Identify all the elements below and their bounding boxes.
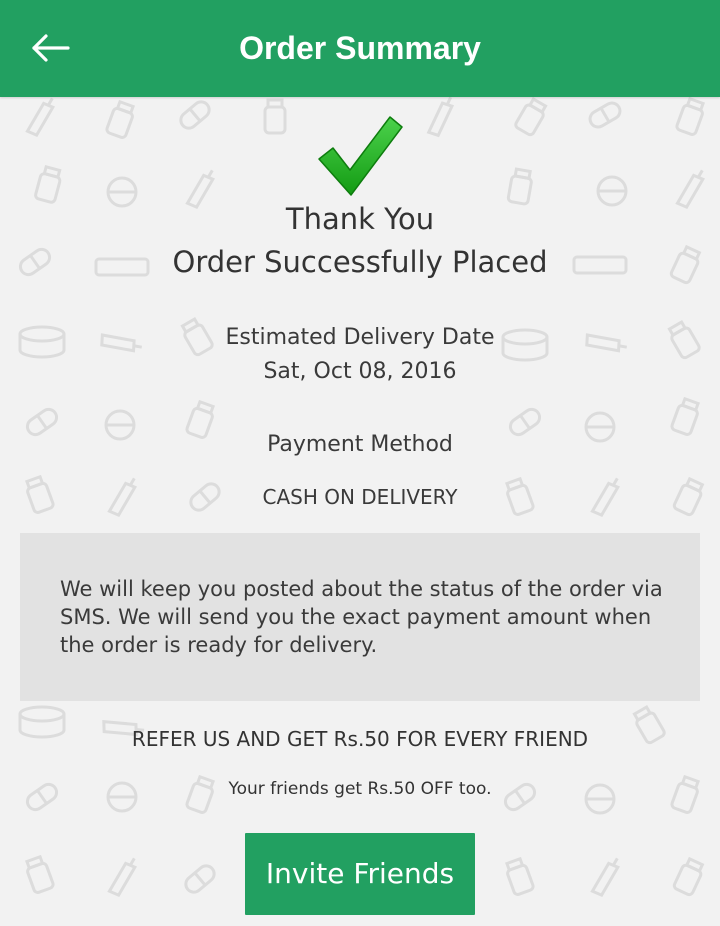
delivery-date-label: Estimated Delivery Date: [225, 325, 495, 350]
order-summary-content: Thank You Order Successfully Placed Esti…: [0, 97, 720, 926]
invite-friends-button[interactable]: Invite Friends: [245, 833, 475, 915]
checkmark-icon: [318, 116, 403, 196]
order-status-text: Order Successfully Placed: [172, 245, 548, 279]
page-title: Order Summary: [239, 30, 481, 66]
payment-method-value: CASH ON DELIVERY: [262, 485, 458, 509]
referral-subtext: Your friends get Rs.50 OFF too.: [228, 779, 492, 799]
referral-headline: REFER US AND GET Rs.50 FOR EVERY FRIEND: [131, 727, 589, 751]
thank-you-text: Thank You: [285, 202, 435, 236]
sms-info-text: We will keep you posted about the status…: [60, 577, 663, 657]
delivery-date-value: Sat, Oct 08, 2016: [263, 359, 457, 384]
app-bar: Order Summary: [0, 0, 720, 97]
payment-method-label: Payment Method: [267, 432, 453, 457]
sms-info-box: We will keep you posted about the status…: [20, 533, 700, 701]
